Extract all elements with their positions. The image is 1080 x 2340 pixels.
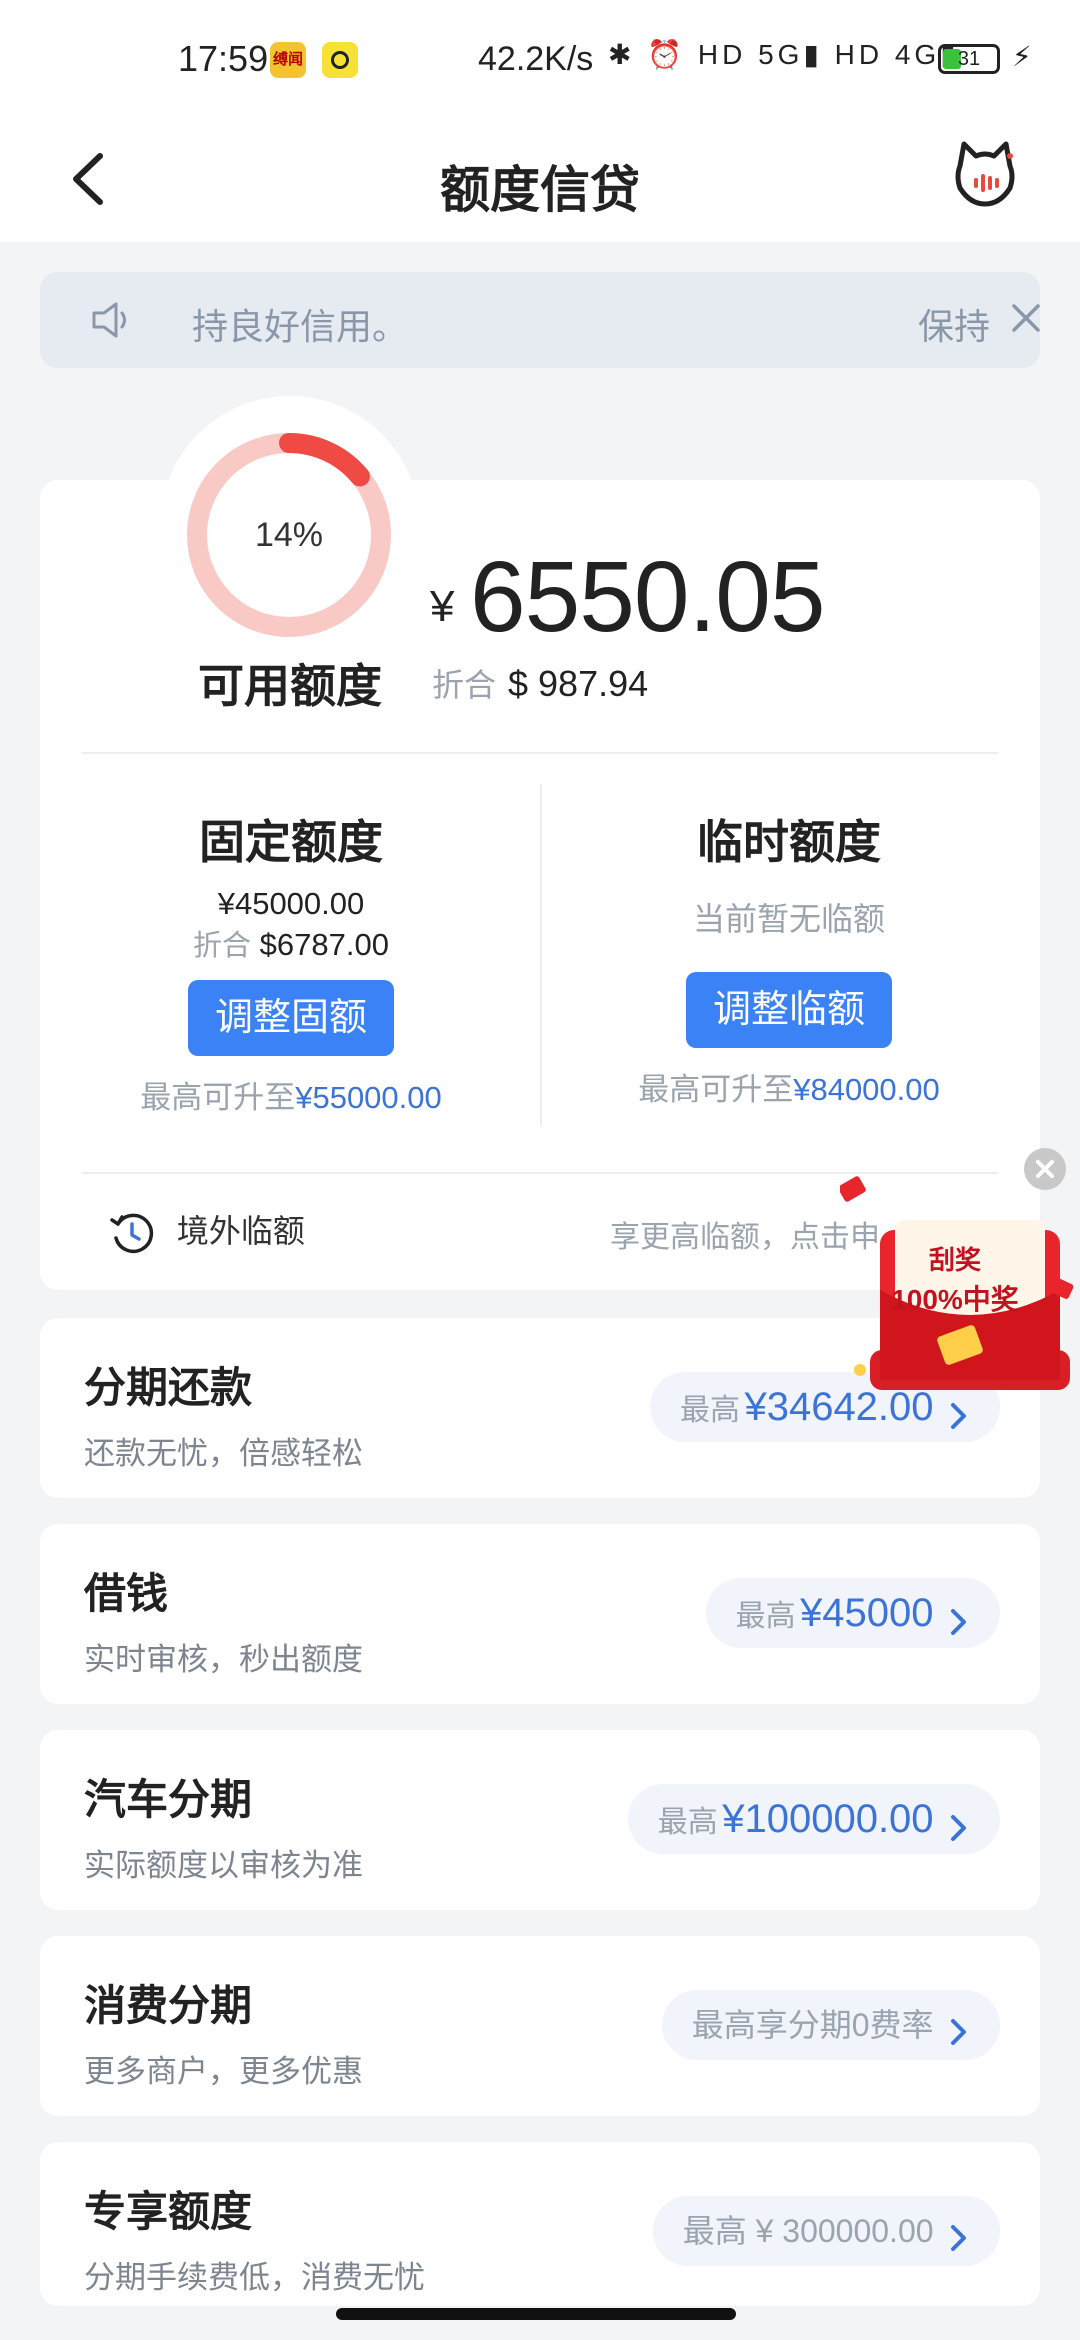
row-subtitle: 更多商户，更多优惠 (84, 2054, 363, 2089)
fixed-credit-section: 固定额度 ¥45000.00 折合 $6787.00 调整固额 最高可升至¥55… (62, 806, 520, 1117)
list-item-car-installment[interactable]: 汽车分期 实际额度以审核为准 最高 ¥100000.00 (40, 1730, 1040, 1910)
available-credit-label: 可用额度 (198, 660, 382, 712)
row-subtitle: 分期手续费低，消费无忧 (84, 2260, 425, 2295)
customer-service-icon[interactable] (950, 136, 1020, 216)
row-title: 借钱 (84, 1570, 169, 1617)
home-indicator[interactable] (336, 2308, 736, 2320)
pill-value: ¥45000 (800, 1591, 934, 1635)
list-item-borrow[interactable]: 借钱 实时审核，秒出额度 最高 ¥45000 (40, 1524, 1040, 1704)
chevron-right-icon (951, 2224, 966, 2251)
row-limit-pill[interactable]: 最高 ¥45000 (705, 1578, 1000, 1648)
notice-text: 持良好信用。 (192, 306, 409, 347)
scratch-prize-title: 刮奖 (928, 1245, 981, 1275)
pill-prefix: 最高 (657, 1806, 718, 1839)
temp-credit-title: 临时额度 (697, 816, 881, 868)
chevron-right-icon (951, 1814, 966, 1841)
adjust-temp-button[interactable]: 调整临额 (686, 972, 892, 1048)
pill-prefix: 最高 (735, 1600, 796, 1633)
currency-symbol: ¥ (430, 582, 455, 631)
battery-icon: 31 (938, 44, 1000, 74)
fixed-convert-value: $6787.00 (259, 927, 389, 962)
network-speed: 42.2K/s (478, 40, 594, 78)
pill-value: ¥100000.00 (722, 1797, 934, 1841)
fixed-max-prefix: 最高可升至 (140, 1080, 296, 1115)
notice-banner[interactable]: 持良好信用。 保持 (40, 272, 1040, 368)
navigation-bar: 额度信贷 (0, 120, 1080, 242)
converted-amount: 折合 $ 987.94 (432, 660, 648, 706)
row-subtitle: 还款无忧，倍感轻松 (84, 1436, 363, 1471)
row-limit-pill[interactable]: 最高享分期0费率 (661, 1990, 1000, 2060)
row-limit-pill[interactable]: 最高 ¥100000.00 (627, 1784, 1000, 1854)
row-limit-pill[interactable]: 最高 ¥ 300000.00 (652, 2196, 1000, 2266)
row-title: 消费分期 (84, 1982, 253, 2029)
speaker-icon (92, 302, 126, 338)
column-divider (540, 784, 542, 1126)
list-item-exclusive-credit[interactable]: 专享额度 分期手续费低，消费无忧 最高 ¥ 300000.00 (40, 2142, 1040, 2306)
temp-max-value: ¥84000.00 (793, 1072, 940, 1107)
row-title: 专享额度 (84, 2188, 253, 2235)
signal-icons: ✱ ⏰ HD 5G▮ HD 4G▮ (608, 39, 960, 70)
fixed-max-line: 最高可升至¥55000.00 (62, 1072, 520, 1117)
convert-prefix: 折合 (432, 667, 497, 703)
scratch-prize-subtitle: 100%中奖 (891, 1284, 1019, 1315)
adjust-fixed-button[interactable]: 调整固额 (188, 980, 394, 1056)
fixed-credit-converted: 折合 $6787.00 (62, 922, 520, 964)
page-title: 额度信贷 (440, 162, 640, 218)
overseas-label: 境外临额 (176, 1213, 305, 1249)
fixed-convert-prefix: 折合 (193, 930, 252, 962)
usage-percent: 14% (254, 516, 324, 554)
fixed-credit-title: 固定额度 (199, 816, 383, 868)
charging-icon: ⚡ (1012, 41, 1032, 72)
temp-credit-status: 当前暂无临额 (692, 901, 885, 937)
pill-value: 最高 ¥ 300000.00 (682, 2213, 934, 2249)
temp-max-prefix: 最高可升至 (638, 1072, 794, 1107)
pill-prefix: 最高 (680, 1394, 740, 1427)
row-subtitle: 实时审核，秒出额度 (84, 1642, 363, 1677)
available-credit-amount: 6550.05 (470, 541, 825, 653)
notice-text-continued: 保持 (918, 306, 991, 347)
temp-max-line: 最高可升至¥84000.00 (560, 1064, 1018, 1109)
fixed-max-value: ¥55000.00 (295, 1080, 442, 1115)
divider (82, 752, 998, 754)
converted-value: $ 987.94 (508, 663, 649, 704)
row-subtitle: 实际额度以审核为准 (84, 1848, 363, 1883)
list-item-consumer-installment[interactable]: 消费分期 更多商户，更多优惠 最高享分期0费率 (40, 1936, 1040, 2116)
status-bar: 17:59 缚闻 42.2K/s ✱ ⏰ HD 5G▮ HD 4G▮ 31 ⚡ (0, 0, 1080, 120)
chevron-right-icon (951, 1608, 966, 1635)
pill-value: 最高享分期0费率 (691, 2007, 934, 2043)
row-title: 汽车分期 (84, 1776, 253, 1823)
chevron-right-icon (951, 2018, 966, 2045)
app-notification-icon-2 (322, 42, 358, 78)
close-icon[interactable] (1006, 298, 1046, 338)
close-widget-button[interactable] (1024, 1148, 1066, 1190)
temp-credit-section: 临时额度 当前暂无临额 调整临额 最高可升至¥84000.00 (560, 806, 1018, 1109)
overseas-temp-credit[interactable]: 境外临额 (108, 1206, 305, 1258)
row-title: 分期还款 (84, 1364, 253, 1411)
app-notification-icon: 缚闻 (270, 42, 306, 78)
status-time: 17:59 (178, 38, 269, 79)
fixed-credit-amount: ¥45000.00 (217, 886, 365, 921)
clock-arrow-icon (110, 1213, 154, 1253)
